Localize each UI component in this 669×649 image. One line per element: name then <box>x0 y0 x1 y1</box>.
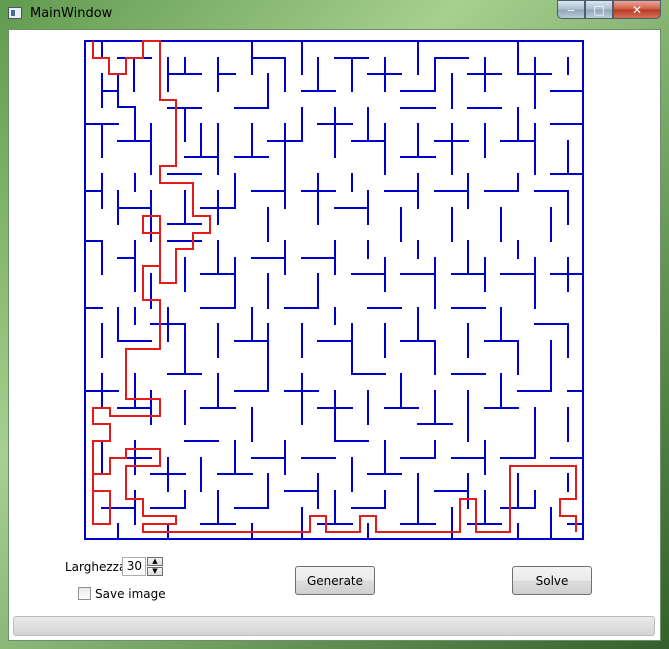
minimize-button[interactable]: ‒ <box>557 0 585 19</box>
app-window-icon <box>8 7 22 19</box>
save-image-checkbox[interactable] <box>78 587 91 600</box>
minimize-icon: ‒ <box>567 2 575 17</box>
close-icon: ✕ <box>631 2 643 17</box>
width-increment-button[interactable]: ▲ <box>147 557 163 566</box>
maze-canvas <box>84 40 584 540</box>
window-title: MainWindow <box>30 6 113 21</box>
solve-button[interactable]: Solve <box>512 566 592 595</box>
width-decrement-button[interactable]: ▼ <box>147 567 163 576</box>
close-button[interactable]: ✕ <box>613 0 661 19</box>
generate-button[interactable]: Generate <box>295 566 375 595</box>
title-bar: MainWindow ‒ □ ✕ <box>0 0 669 28</box>
width-input[interactable]: 30 <box>122 557 146 576</box>
save-image-label[interactable]: Save image <box>95 587 166 601</box>
maximize-button[interactable]: □ <box>585 0 613 19</box>
maximize-icon: □ <box>593 2 605 17</box>
arrow-down-icon: ▼ <box>152 567 158 575</box>
progress-bar <box>13 616 655 636</box>
arrow-up-icon: ▲ <box>152 557 158 565</box>
width-label: Larghezza <box>65 560 127 574</box>
